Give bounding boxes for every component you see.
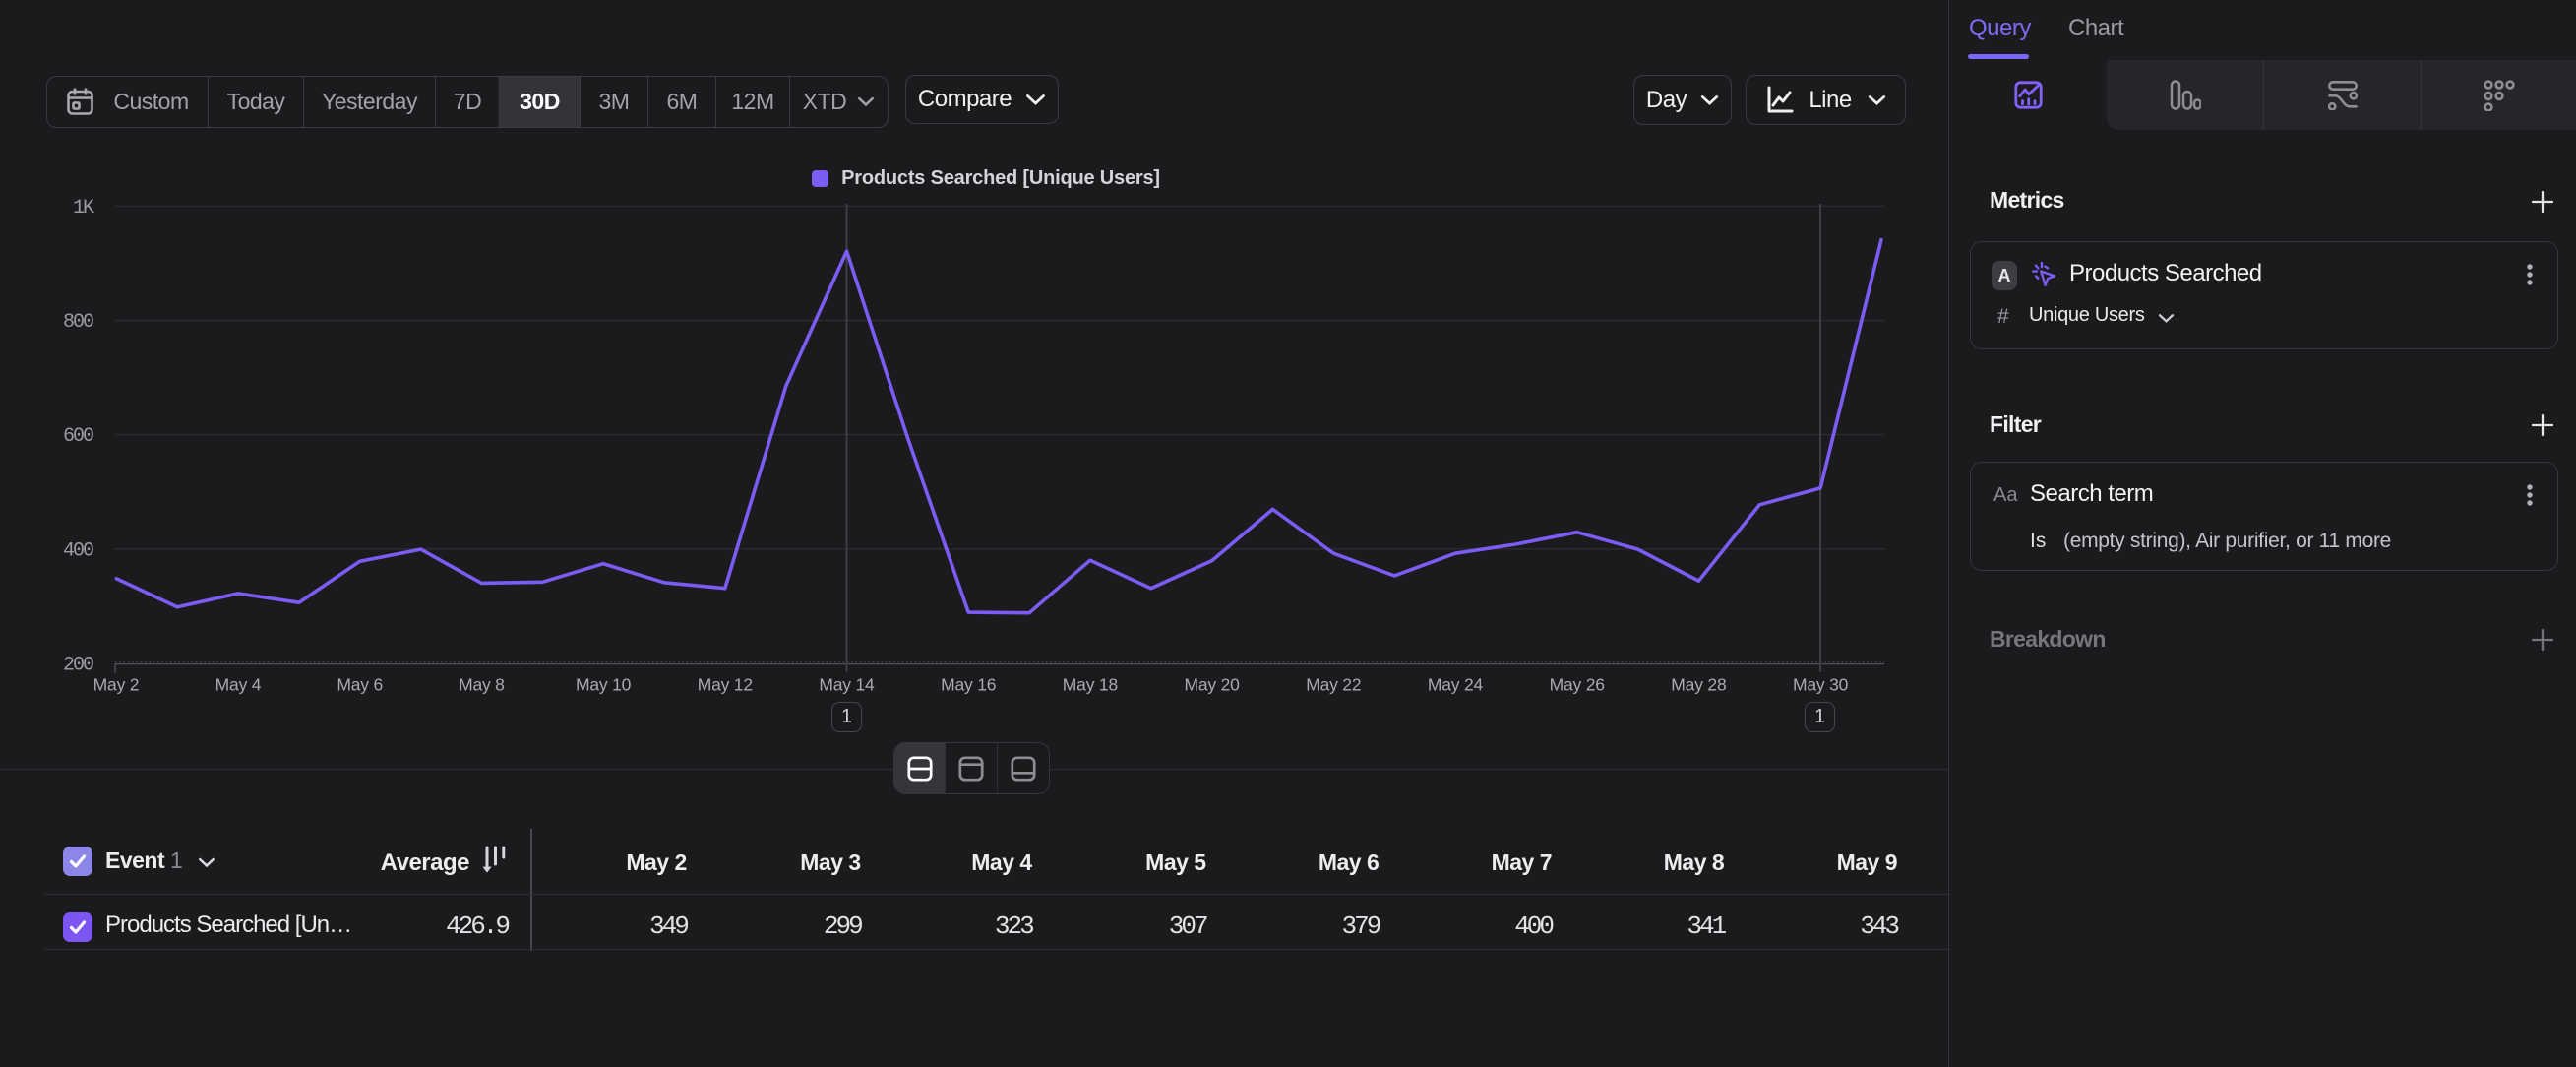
svg-text:May 8: May 8 (459, 675, 505, 695)
svg-text:May 28: May 28 (1671, 675, 1726, 695)
svg-text:May 4: May 4 (215, 675, 262, 695)
svg-text:May 26: May 26 (1550, 675, 1605, 695)
svg-text:800: 800 (63, 311, 93, 334)
svg-text:200: 200 (63, 655, 93, 677)
svg-text:400: 400 (63, 539, 93, 562)
svg-text:May 24: May 24 (1428, 675, 1484, 695)
svg-text:May 18: May 18 (1063, 675, 1118, 695)
svg-text:May 22: May 22 (1306, 675, 1361, 695)
svg-text:May 6: May 6 (337, 675, 383, 695)
svg-text:600: 600 (63, 425, 93, 448)
svg-text:May 2: May 2 (93, 675, 140, 695)
svg-text:May 16: May 16 (941, 675, 996, 695)
svg-text:May 30: May 30 (1793, 675, 1849, 695)
svg-text:May 10: May 10 (576, 675, 632, 695)
svg-text:1K: 1K (73, 197, 94, 220)
svg-text:May 14: May 14 (819, 675, 875, 695)
svg-text:May 20: May 20 (1184, 675, 1240, 695)
svg-text:May 12: May 12 (698, 675, 753, 695)
